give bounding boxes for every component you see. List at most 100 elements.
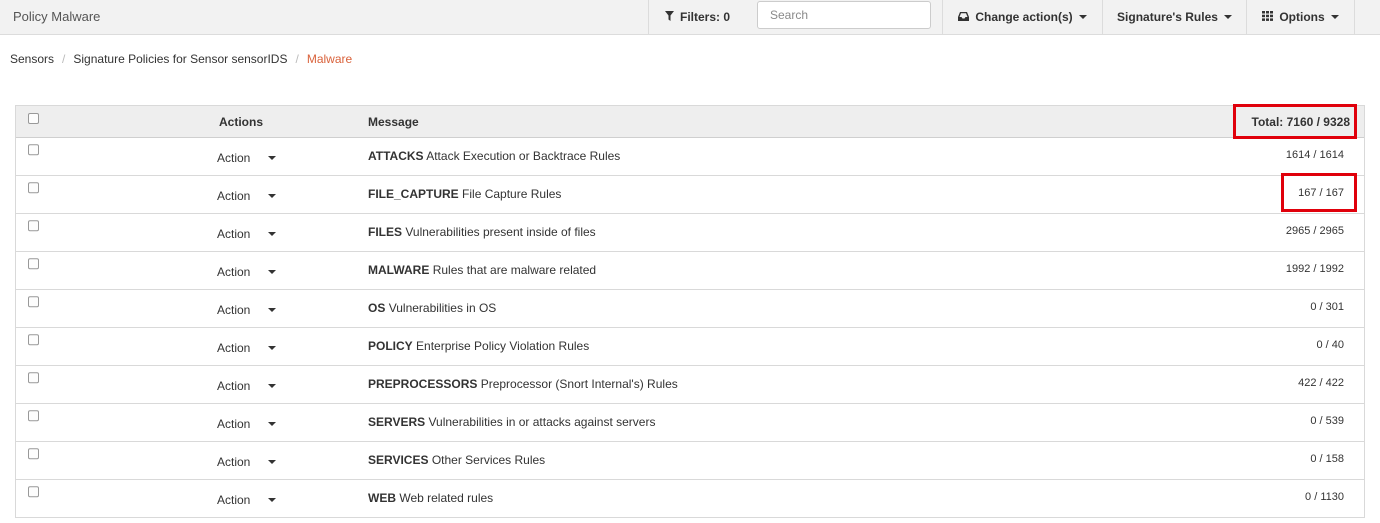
table-row: Action SERVICES Other Services Rules 0 / 1…	[16, 442, 1364, 480]
table-row: Action FILE_CAPTURE File Capture Rules 167…	[16, 176, 1364, 214]
action-label: Action	[217, 493, 251, 507]
rule-message: FILE_CAPTURE File Capture Rules	[368, 187, 561, 201]
rule-description: Vulnerabilities in OS	[388, 301, 497, 315]
select-all-checkbox[interactable]	[28, 113, 39, 124]
row-checkbox[interactable]	[28, 486, 39, 498]
breadcrumb: Sensors / Signature Policies for Sensor …	[10, 52, 352, 66]
inbox-icon	[958, 10, 970, 24]
row-checkbox[interactable]	[28, 410, 39, 422]
rule-category-name: POLICY	[368, 339, 413, 353]
caret-down-icon	[268, 384, 277, 388]
rule-count: 0 / 301	[1310, 301, 1344, 313]
change-actions-button[interactable]: Change action(s)	[942, 0, 1102, 34]
rule-message: FILES Vulnerabilities present inside of …	[368, 225, 596, 239]
rule-description: Enterprise Policy Violation Rules	[416, 339, 590, 353]
page-title: Policy Malware	[13, 9, 101, 24]
action-label: Action	[217, 379, 251, 393]
rule-message: SERVERS Vulnerabilities in or attacks ag…	[368, 415, 655, 429]
action-label: Action	[217, 151, 251, 165]
row-checkbox[interactable]	[28, 182, 39, 194]
rule-description: Web related rules	[399, 491, 494, 505]
signature-rules-label: Signature's Rules	[1117, 10, 1218, 24]
rule-description: Other Services Rules	[431, 453, 546, 467]
rule-message: SERVICES Other Services Rules	[368, 453, 545, 467]
filters-button[interactable]: Filters: 0	[648, 0, 746, 34]
rule-category-name: WEB	[368, 491, 396, 505]
action-dropdown[interactable]: Action	[217, 189, 277, 203]
rule-message: PREPROCESSORS Preprocessor (Snort Intern…	[368, 377, 678, 391]
table-row: Action PREPROCESSORS Preprocessor (Snort …	[16, 366, 1364, 404]
caret-down-icon	[1078, 15, 1087, 19]
rule-category-name: PREPROCESSORS	[368, 377, 478, 391]
rule-count: 0 / 40	[1316, 339, 1344, 351]
caret-down-icon	[268, 194, 277, 198]
rules-table: Actions Message Total: 7160 / 9328 Actio…	[15, 105, 1365, 518]
table-header: Actions Message Total: 7160 / 9328	[16, 106, 1364, 138]
column-header-actions: Actions	[219, 115, 264, 129]
action-dropdown[interactable]: Action	[217, 493, 277, 507]
action-label: Action	[217, 455, 251, 469]
action-dropdown[interactable]: Action	[217, 341, 277, 355]
rule-description: Attack Execution or Backtrace Rules	[426, 149, 621, 163]
breadcrumb-separator: /	[295, 52, 299, 66]
action-label: Action	[217, 265, 251, 279]
rule-category-name: MALWARE	[368, 263, 430, 277]
search-input[interactable]	[757, 1, 931, 29]
table-row: Action FILES Vulnerabilities present insi…	[16, 214, 1364, 252]
rule-count: 0 / 1130	[1305, 491, 1344, 503]
action-dropdown[interactable]: Action	[217, 227, 277, 241]
breadcrumb-sensors[interactable]: Sensors	[10, 52, 54, 66]
table-row: Action WEB Web related rules 0 / 1130	[16, 480, 1364, 518]
table-row: Action MALWARE Rules that are malware rel…	[16, 252, 1364, 290]
rule-count: 167 / 167	[1298, 187, 1344, 199]
caret-down-icon	[268, 422, 277, 426]
rule-message: WEB Web related rules	[368, 491, 493, 505]
row-checkbox[interactable]	[28, 448, 39, 460]
column-header-total: Total: 7160 / 9328	[1251, 115, 1351, 129]
action-label: Action	[217, 227, 251, 241]
caret-down-icon	[268, 232, 277, 236]
caret-down-icon	[268, 156, 277, 160]
rule-description: File Capture Rules	[462, 187, 562, 201]
row-checkbox[interactable]	[28, 258, 39, 270]
row-checkbox[interactable]	[28, 372, 39, 384]
action-label: Action	[217, 417, 251, 431]
rule-message: OS Vulnerabilities in OS	[368, 301, 496, 315]
row-checkbox[interactable]	[28, 334, 39, 346]
action-dropdown[interactable]: Action	[217, 417, 277, 431]
caret-down-icon	[268, 498, 277, 502]
row-checkbox[interactable]	[28, 296, 39, 308]
rule-count: 0 / 158	[1310, 453, 1344, 465]
grid-icon	[1262, 10, 1274, 24]
row-checkbox[interactable]	[28, 144, 39, 156]
table-row: Action POLICY Enterprise Policy Violation…	[16, 328, 1364, 366]
rule-category-name: FILES	[368, 225, 403, 239]
change-actions-label: Change action(s)	[975, 10, 1073, 24]
action-dropdown[interactable]: Action	[217, 303, 277, 317]
action-dropdown[interactable]: Action	[217, 151, 277, 165]
rule-category-name: OS	[368, 301, 386, 315]
options-button[interactable]: Options	[1246, 0, 1355, 34]
options-label: Options	[1279, 10, 1325, 24]
caret-down-icon	[1330, 15, 1339, 19]
action-dropdown[interactable]: Action	[217, 379, 277, 393]
row-checkbox[interactable]	[28, 220, 39, 232]
breadcrumb-signature-policies[interactable]: Signature Policies for Sensor sensorIDS	[73, 52, 287, 66]
rule-description: Vulnerabilities present inside of files	[405, 225, 596, 239]
caret-down-icon	[1223, 15, 1232, 19]
action-label: Action	[217, 303, 251, 317]
filters-label: Filters: 0	[679, 10, 730, 24]
column-header-message: Message	[368, 115, 419, 129]
top-toolbar: Policy Malware Filters: 0 Change action(…	[0, 0, 1380, 35]
rule-message: MALWARE Rules that are malware related	[368, 263, 596, 277]
rule-message: ATTACKS Attack Execution or Backtrace Ru…	[368, 149, 620, 163]
signature-rules-button[interactable]: Signature's Rules	[1102, 0, 1246, 34]
rule-count: 1614 / 1614	[1285, 149, 1344, 161]
search-box	[746, 0, 942, 34]
caret-down-icon	[268, 460, 277, 464]
rule-description: Vulnerabilities in or attacks against se…	[428, 415, 656, 429]
rule-count: 0 / 539	[1310, 415, 1344, 427]
rule-description: Preprocessor (Snort Internal's) Rules	[480, 377, 678, 391]
action-dropdown[interactable]: Action	[217, 455, 277, 469]
action-dropdown[interactable]: Action	[217, 265, 277, 279]
